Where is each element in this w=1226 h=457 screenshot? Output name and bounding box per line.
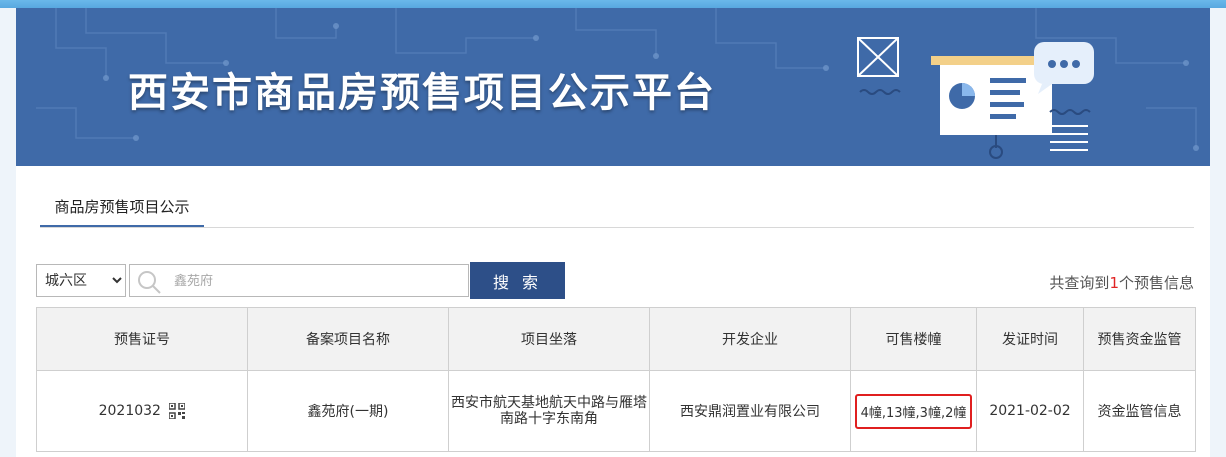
- header-location: 项目坐落: [448, 307, 650, 371]
- header-developer: 开发企业: [649, 307, 851, 371]
- tab-bar: 商品房预售项目公示: [40, 190, 1194, 228]
- search-button[interactable]: 搜 索: [470, 262, 565, 299]
- qr-code-icon[interactable]: [169, 403, 186, 419]
- cell-cert-no: 2021032: [36, 370, 248, 452]
- cell-buildings: 4幢,13幢,3幢,2幢: [850, 370, 977, 452]
- cell-location: 西安市航天基地航天中路与雁塔南路十字东南角: [448, 370, 650, 452]
- cell-developer: 西安鼎润置业有限公司: [649, 370, 851, 452]
- district-select[interactable]: 城六区: [36, 264, 126, 297]
- cell-issue-date: 2021-02-02: [976, 370, 1084, 452]
- header-issue-date: 发证时间: [976, 307, 1084, 371]
- page-frame: 西安市商品房预售项目公示平台 商品房预售项目公示 城六区 鑫苑府 搜 索 共查询…: [0, 0, 1226, 457]
- header-fund-supervision: 预售资金监管: [1083, 307, 1196, 371]
- main-content: 商品房预售项目公示 城六区 搜 索 共查询到1个预售信息 预售证号 备案项目名称: [16, 166, 1210, 457]
- search-icon: [138, 271, 161, 294]
- cell-fund-supervision[interactable]: 资金监管信息: [1083, 370, 1196, 452]
- cell-project-name[interactable]: 鑫苑府(一期): [247, 370, 449, 452]
- result-summary: 共查询到1个预售信息: [1049, 272, 1194, 293]
- cert-number: 2021032: [98, 403, 161, 419]
- table-row: 2021032 鑫苑府(一期) 西安市航天基地航天中路与雁塔南路十字东南角 西安…: [36, 370, 1196, 452]
- buildings-highlight[interactable]: 4幢,13幢,3幢,2幢: [854, 393, 973, 429]
- result-count: 1: [1109, 274, 1119, 292]
- result-prefix: 共查询到: [1049, 274, 1110, 292]
- banner-title: 西安市商品房预售项目公示平台: [128, 70, 716, 116]
- presentation-board-icon: [857, 37, 1094, 159]
- header-cert-no: 预售证号: [36, 307, 248, 371]
- table-header-row: 预售证号 备案项目名称 项目坐落 开发企业 可售楼幢 发证时间 预售资金监管: [36, 307, 1196, 371]
- header-buildings: 可售楼幢: [850, 307, 977, 371]
- search-box: [129, 264, 469, 298]
- header-banner: 西安市商品房预售项目公示平台: [16, 8, 1210, 166]
- presale-table: 预售证号 备案项目名称 项目坐落 开发企业 可售楼幢 发证时间 预售资金监管 2…: [36, 307, 1196, 452]
- result-suffix: 个预售信息: [1118, 274, 1194, 292]
- search-input[interactable]: [172, 265, 466, 298]
- header-project-name: 备案项目名称: [247, 307, 449, 371]
- tab-presale-projects[interactable]: 商品房预售项目公示: [40, 190, 204, 227]
